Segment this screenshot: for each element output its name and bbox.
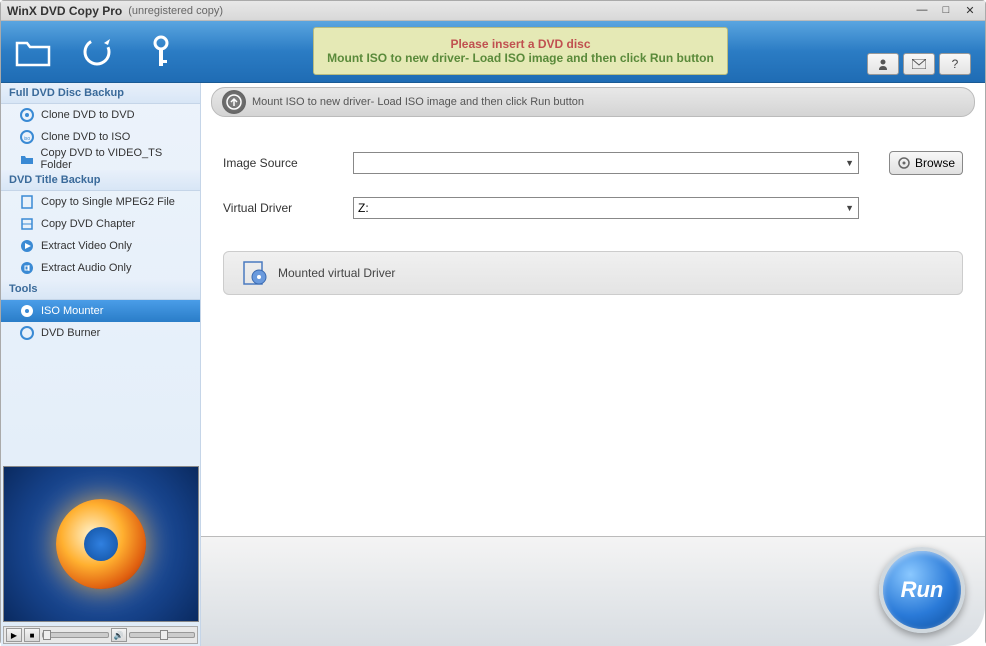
run-button[interactable]: Run [879,547,965,633]
mount-header-icon [222,90,246,114]
notice-line-1: Please insert a DVD disc [450,37,590,51]
sidebar-section-title-backup: DVD Title Backup [1,170,200,191]
chapter-icon [19,216,35,232]
maximize-button[interactable]: □ [937,4,955,18]
notice-box: Please insert a DVD disc Mount ISO to ne… [313,27,728,75]
minimize-button[interactable]: — [913,4,931,18]
mount-icon [19,303,35,319]
open-button[interactable] [11,30,55,74]
mail-button[interactable] [903,53,935,75]
close-button[interactable]: ✕ [961,4,979,18]
sidebar-item-extract-audio[interactable]: Extract Audio Only [1,257,200,279]
sidebar-item-copy-chapter[interactable]: Copy DVD Chapter [1,213,200,235]
refresh-button[interactable] [75,30,119,74]
svg-text:iso: iso [24,136,31,142]
mounted-driver-label: Mounted virtual Driver [278,266,395,280]
play-button[interactable]: ▶ [6,628,22,642]
person-icon [877,58,889,70]
player-controls: ▶ ■ 🔊 [3,626,198,644]
app-subtitle: (unregistered copy) [128,5,223,17]
virtual-driver-select[interactable]: Z: [353,197,859,219]
volume-slider[interactable] [129,632,196,638]
burn-icon [19,325,35,341]
sidebar-section-tools: Tools [1,279,200,300]
browse-icon [897,156,911,170]
main-header: Mount ISO to new driver- Load ISO image … [211,87,975,117]
sidebar-item-iso-mounter[interactable]: ISO Mounter [1,300,200,322]
key-icon [147,34,175,70]
mounted-driver-bar: Mounted virtual Driver [223,251,963,295]
sidebar-item-label: ISO Mounter [41,305,103,317]
question-icon: ? [952,57,959,71]
browse-label: Browse [915,156,955,170]
virtual-driver-label: Virtual Driver [223,201,353,215]
video-icon [19,238,35,254]
sidebar-item-label: Copy DVD Chapter [41,218,135,230]
app-title: WinX DVD Copy Pro [7,4,122,18]
sidebar-item-label: Clone DVD to ISO [41,131,130,143]
image-source-select[interactable] [353,152,859,174]
virtual-driver-value: Z: [358,201,369,215]
mail-icon [912,59,926,69]
run-label: Run [901,577,944,603]
image-source-label: Image Source [223,156,353,170]
bottom-bar: Run [201,536,985,646]
sidebar-item-label: Extract Audio Only [41,262,132,274]
notice-line-2: Mount ISO to new driver- Load ISO image … [327,51,714,65]
volume-button[interactable]: 🔊 [111,628,127,642]
register-button[interactable] [139,30,183,74]
seek-slider[interactable] [42,632,109,638]
preview-panel [3,466,199,622]
logo-flame-icon [56,499,146,589]
main-panel: Mount ISO to new driver- Load ISO image … [201,83,985,646]
file-icon [19,194,35,210]
sidebar-item-clone-dvd-to-iso[interactable]: iso Clone DVD to ISO [1,126,200,148]
sidebar-section-full-backup: Full DVD Disc Backup [1,83,200,104]
sidebar-item-label: Copy DVD to VIDEO_TS Folder [41,147,192,171]
disc-icon [19,107,35,123]
help-button[interactable]: ? [939,53,971,75]
folder-icon [19,151,35,167]
top-right-buttons: ? [867,53,971,75]
sidebar-item-copy-video-ts[interactable]: Copy DVD to VIDEO_TS Folder [1,148,200,170]
titlebar: WinX DVD Copy Pro (unregistered copy) — … [1,1,985,21]
stop-button[interactable]: ■ [24,628,40,642]
sidebar-item-label: Extract Video Only [41,240,132,252]
main-header-text: Mount ISO to new driver- Load ISO image … [252,96,584,108]
about-button[interactable] [867,53,899,75]
audio-icon [19,260,35,276]
mounted-drive-icon [242,260,268,286]
sidebar-item-extract-video[interactable]: Extract Video Only [1,235,200,257]
sidebar: Full DVD Disc Backup Clone DVD to DVD is… [1,83,201,646]
sidebar-item-label: Clone DVD to DVD [41,109,135,121]
sidebar-item-label: DVD Burner [41,327,100,339]
sidebar-item-copy-mpeg2[interactable]: Copy to Single MPEG2 File [1,191,200,213]
browse-button[interactable]: Browse [889,151,963,175]
toolbar: Please insert a DVD disc Mount ISO to ne… [1,21,985,83]
folder-icon [15,37,51,67]
sidebar-item-label: Copy to Single MPEG2 File [41,196,175,208]
refresh-icon [80,35,114,69]
iso-icon: iso [19,129,35,145]
sidebar-item-clone-dvd-to-dvd[interactable]: Clone DVD to DVD [1,104,200,126]
sidebar-item-dvd-burner[interactable]: DVD Burner [1,322,200,344]
